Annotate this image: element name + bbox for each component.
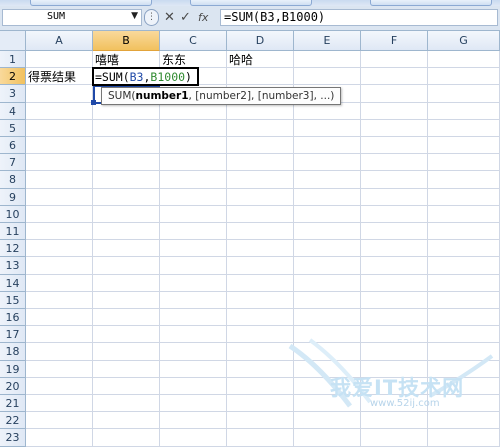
gridline — [26, 222, 500, 223]
cell-a2[interactable]: 得票结果 — [28, 68, 76, 86]
row-header-6[interactable]: 6 — [0, 137, 26, 155]
row-header-23[interactable]: 23 — [0, 429, 26, 447]
cell-formula-text: =SUM(B3,B1000) — [95, 68, 192, 86]
row-header-10[interactable]: 10 — [0, 205, 26, 223]
gridline — [26, 187, 500, 189]
fill-handle[interactable] — [91, 99, 96, 105]
row-header-20[interactable]: 20 — [0, 377, 26, 395]
grip-icon[interactable]: ⋮ — [144, 9, 159, 26]
gridline — [26, 239, 500, 241]
row-header-5[interactable]: 5 — [0, 119, 26, 137]
gridline — [26, 136, 500, 137]
tooltip-args-rest: , [number2], [number3], ...) — [188, 90, 335, 103]
formula-part-suffix: ) — [185, 70, 192, 85]
row-header-17[interactable]: 17 — [0, 326, 26, 344]
column-header-e[interactable]: E — [294, 31, 361, 51]
gridline — [26, 308, 500, 309]
row-header-8[interactable]: 8 — [0, 171, 26, 189]
row-header-14[interactable]: 14 — [0, 274, 26, 292]
tooltip-arg-current: number1 — [135, 90, 189, 103]
column-header-d[interactable]: D — [227, 31, 294, 51]
gridline — [26, 428, 500, 430]
formula-part-prefix: =SUM( — [95, 70, 130, 85]
formula-part-ref2: B1000 — [150, 70, 186, 85]
gridline — [26, 290, 500, 292]
row-header-4[interactable]: 4 — [0, 102, 26, 120]
row-header-15[interactable]: 15 — [0, 291, 26, 309]
gridline — [26, 118, 500, 120]
row-header-22[interactable]: 22 — [0, 412, 26, 430]
formula-controls: ⋮ ✕ ✓ fx — [144, 9, 218, 26]
cancel-icon[interactable]: ✕ — [164, 9, 175, 26]
name-box[interactable]: SUM ▼ — [2, 9, 142, 26]
enter-icon[interactable]: ✓ — [180, 9, 191, 26]
gridline — [92, 51, 93, 447]
gridline — [26, 445, 500, 447]
function-tooltip[interactable]: SUM(number1, [number2], [number3], ...) — [101, 87, 342, 106]
row-header-21[interactable]: 21 — [0, 395, 26, 413]
gridline — [226, 51, 227, 447]
row-header-18[interactable]: 18 — [0, 343, 26, 361]
formula-part-ref1: B3 — [129, 70, 144, 85]
gridline — [26, 170, 500, 172]
row-header-16[interactable]: 16 — [0, 309, 26, 327]
active-cell-b2[interactable]: =SUM(B3,B1000) — [92, 67, 199, 87]
column-header-f[interactable]: F — [361, 31, 428, 51]
column-header-c[interactable]: C — [160, 31, 227, 51]
formula-text: =SUM(B3,B1000) — [224, 10, 326, 24]
select-all-corner[interactable] — [0, 31, 26, 51]
row-header-2[interactable]: 2 — [0, 68, 26, 86]
column-header-g[interactable]: G — [428, 31, 500, 51]
row-header-1[interactable]: 1 — [0, 51, 26, 69]
gridline — [26, 153, 500, 155]
row-header-13[interactable]: 13 — [0, 257, 26, 275]
gridline — [26, 273, 500, 275]
watermark-url: www.52ij.com — [370, 398, 440, 409]
column-header-a[interactable]: A — [26, 31, 93, 51]
gridline — [159, 51, 160, 447]
tooltip-function: SUM( — [108, 90, 136, 103]
row-header-3[interactable]: 3 — [0, 85, 26, 103]
gridline — [26, 204, 500, 206]
column-header-b[interactable]: B — [93, 31, 160, 51]
cell-d1[interactable]: 哈哈 — [229, 51, 253, 69]
formula-input[interactable]: =SUM(B3,B1000) — [220, 9, 498, 26]
formula-bar-row: SUM ▼ ⋮ ✕ ✓ fx =SUM(B3,B1000) — [0, 6, 500, 31]
gridline — [26, 325, 500, 327]
chevron-down-icon[interactable]: ▼ — [131, 11, 138, 21]
gridline — [26, 256, 500, 258]
watermark: 我爱IT技术网 www.52ij.com — [280, 336, 498, 414]
row-header-12[interactable]: 12 — [0, 240, 26, 258]
name-box-value: SUM — [47, 11, 66, 22]
row-header-9[interactable]: 9 — [0, 188, 26, 206]
insert-function-icon[interactable]: fx — [198, 9, 208, 26]
row-header-7[interactable]: 7 — [0, 154, 26, 172]
row-header-11[interactable]: 11 — [0, 223, 26, 241]
row-header-19[interactable]: 19 — [0, 360, 26, 378]
